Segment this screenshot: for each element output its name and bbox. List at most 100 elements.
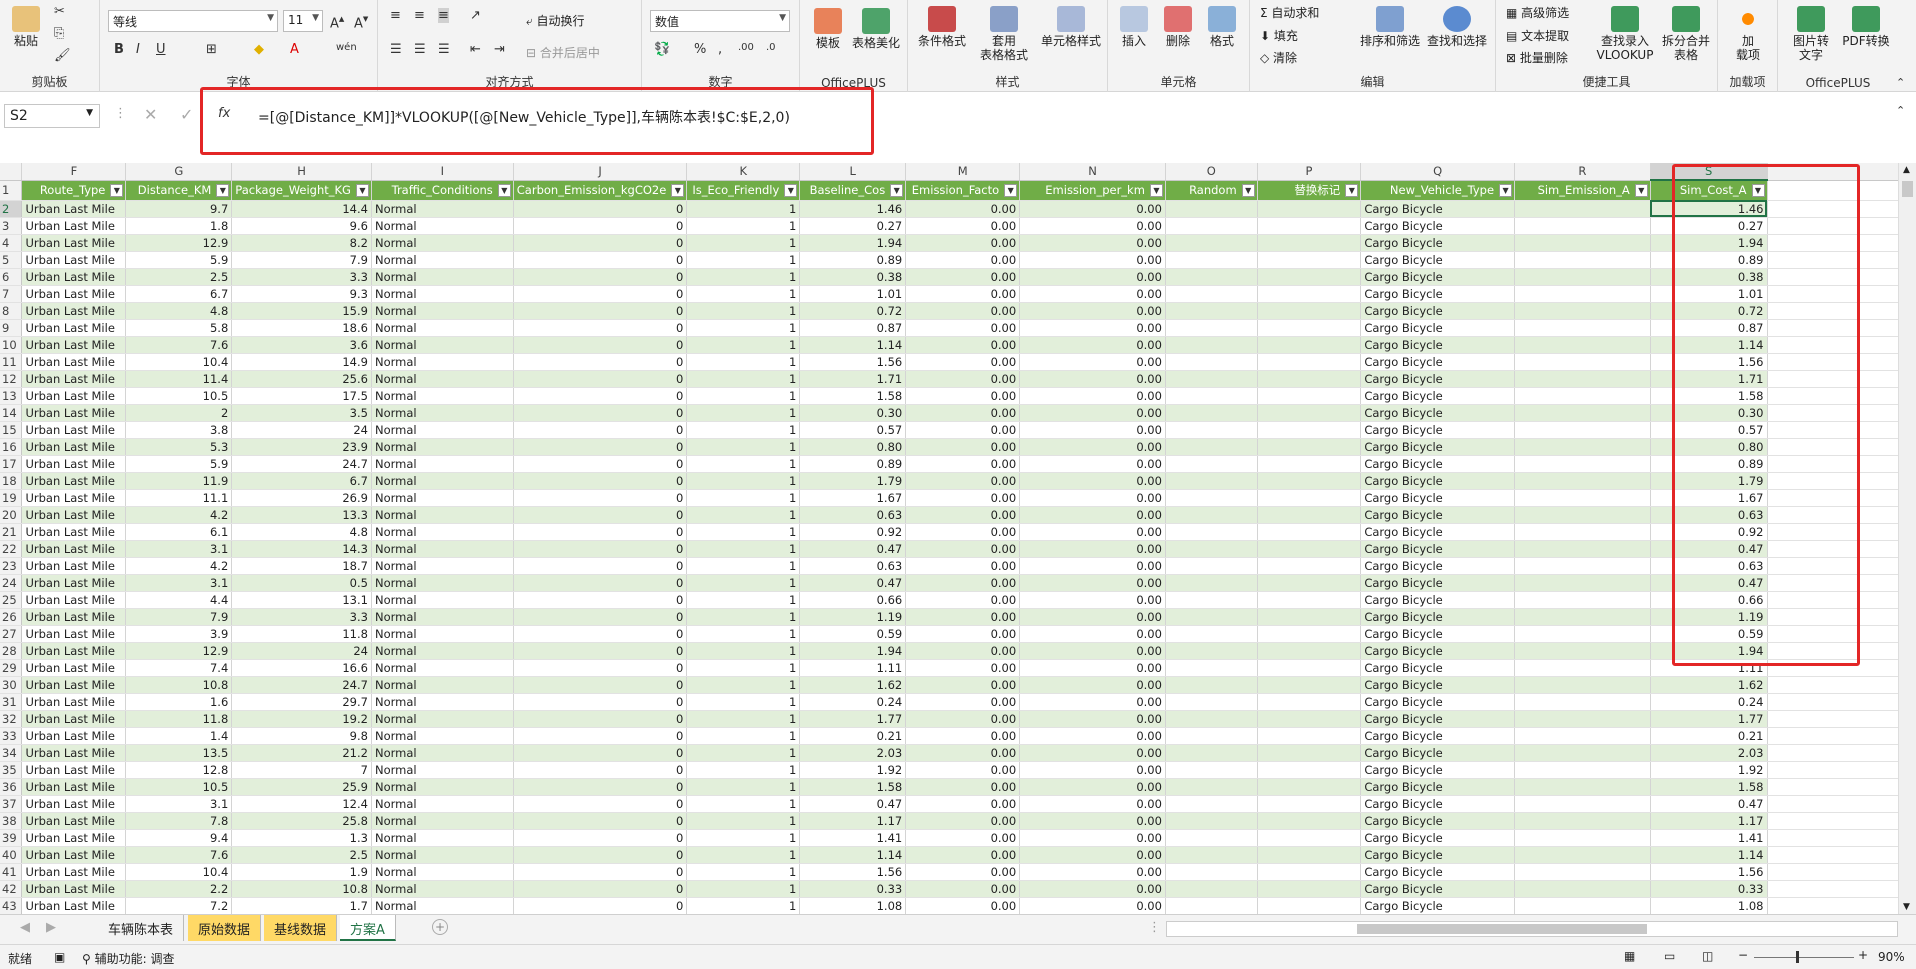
table-cell[interactable]: Normal [371, 302, 514, 320]
table-cell[interactable] [1514, 336, 1651, 354]
table-header-cell[interactable]: Baseline_Cos ▼ [799, 180, 907, 201]
table-cell[interactable]: 3.3 [231, 268, 372, 286]
table-header-cell[interactable]: Package_Weight_KG ▼ [231, 180, 372, 201]
prev-sheet-icon[interactable]: ◀ [20, 920, 30, 935]
table-cell[interactable]: 0.00 [905, 761, 1021, 779]
table-cell[interactable] [1257, 829, 1362, 847]
table-cell[interactable]: 26.9 [231, 489, 372, 507]
table-cell[interactable]: 0.57 [799, 421, 907, 439]
table-cell[interactable]: 1.08 [1650, 897, 1768, 914]
table-cell[interactable]: 0.00 [905, 302, 1021, 320]
table-cell[interactable] [1257, 336, 1362, 354]
table-cell[interactable]: 0.00 [905, 608, 1021, 626]
table-cell[interactable] [1257, 778, 1362, 796]
table-cell[interactable] [1165, 268, 1258, 286]
table-cell[interactable]: 1 [686, 846, 801, 864]
table-cell[interactable]: Normal [371, 727, 514, 745]
table-cell[interactable]: 1 [686, 217, 801, 235]
table-cell[interactable]: 0 [513, 693, 688, 711]
table-cell[interactable] [1257, 659, 1362, 677]
table-cell[interactable] [1514, 370, 1651, 388]
table-cell[interactable]: Cargo Bicycle [1360, 251, 1516, 269]
table-cell[interactable]: 0.00 [1019, 744, 1166, 762]
table-cell[interactable]: 0.00 [905, 659, 1021, 677]
table-cell[interactable]: 14.3 [231, 540, 372, 558]
select-all-corner[interactable] [0, 163, 23, 181]
table-cell[interactable] [1165, 795, 1258, 813]
table-cell[interactable]: 0 [513, 523, 688, 541]
cancel-icon[interactable]: ✕ [144, 105, 157, 124]
row-header[interactable]: 13 [0, 387, 23, 405]
collapse-ribbon-icon[interactable]: ⌃ [1896, 76, 1905, 89]
table-cell[interactable]: 9.6 [231, 217, 372, 235]
table-cell[interactable]: Cargo Bicycle [1360, 744, 1516, 762]
table-cell[interactable]: 1 [686, 387, 801, 405]
table-cell[interactable] [1165, 387, 1258, 405]
font-size-select[interactable]: 11 ▼ [283, 10, 323, 32]
table-cell[interactable] [1165, 591, 1258, 609]
table-cell[interactable] [1514, 506, 1651, 524]
table-cell[interactable]: 9.8 [231, 727, 372, 745]
table-cell[interactable]: 1 [686, 523, 801, 541]
table-cell[interactable] [1514, 761, 1651, 779]
table-cell[interactable]: 25.8 [231, 812, 372, 830]
table-cell[interactable]: Normal [371, 200, 514, 218]
table-cell[interactable]: 0.21 [1650, 727, 1768, 745]
table-cell[interactable]: 1.77 [799, 710, 907, 728]
table-cell[interactable]: Urban Last Mile [21, 234, 127, 252]
table-cell[interactable]: 0 [513, 846, 688, 864]
table-cell[interactable] [1514, 659, 1651, 677]
table-cell[interactable]: Urban Last Mile [21, 761, 127, 779]
decrease-decimal-icon[interactable]: .0 [766, 42, 776, 53]
filter-dropdown-icon[interactable]: ▼ [1345, 183, 1359, 197]
currency-icon[interactable]: 💱 [654, 42, 670, 57]
table-cell[interactable] [1257, 302, 1362, 320]
find-select-button[interactable]: 查找和选择 [1424, 6, 1490, 48]
table-cell[interactable]: 1 [686, 812, 801, 830]
table-cell[interactable]: 0 [513, 489, 688, 507]
table-cell[interactable]: 0.00 [1019, 761, 1166, 779]
table-cell[interactable]: 0.00 [905, 251, 1021, 269]
table-cell[interactable]: 0 [513, 319, 688, 337]
table-cell[interactable]: Normal [371, 217, 514, 235]
table-cell[interactable]: 0.00 [1019, 676, 1166, 694]
table-cell[interactable]: Urban Last Mile [21, 217, 127, 235]
table-cell[interactable] [1165, 625, 1258, 643]
table-cell[interactable]: 4.8 [231, 523, 372, 541]
table-cell[interactable]: Urban Last Mile [21, 251, 127, 269]
table-cell[interactable]: Cargo Bicycle [1360, 302, 1516, 320]
table-cell[interactable]: 0.47 [1650, 795, 1768, 813]
table-cell[interactable]: 0.00 [905, 404, 1021, 422]
table-cell[interactable]: 1.62 [1650, 676, 1768, 694]
row-header[interactable]: 6 [0, 268, 23, 286]
table-cell[interactable]: Normal [371, 744, 514, 762]
table-cell[interactable]: 1.8 [125, 217, 233, 235]
table-cell[interactable]: 3.9 [125, 625, 233, 643]
enter-icon[interactable]: ✓ [180, 105, 193, 124]
table-header-cell[interactable]: Emission_per_km ▼ [1019, 180, 1166, 201]
row-header[interactable]: 24 [0, 574, 23, 592]
scroll-thumb[interactable] [1357, 924, 1647, 934]
row-header[interactable]: 26 [0, 608, 23, 626]
table-cell[interactable]: 0.00 [905, 234, 1021, 252]
table-cell[interactable]: Urban Last Mile [21, 557, 127, 575]
table-cell[interactable]: 7.8 [125, 812, 233, 830]
table-cell[interactable]: 0.80 [799, 438, 907, 456]
table-cell[interactable]: 7.9 [125, 608, 233, 626]
zoom-slider-thumb[interactable] [1796, 951, 1799, 963]
table-cell[interactable]: 1 [686, 489, 801, 507]
column-header-i[interactable]: I [371, 163, 514, 181]
table-cell[interactable]: Cargo Bicycle [1360, 421, 1516, 439]
table-cell[interactable] [1165, 642, 1258, 660]
table-cell[interactable] [1514, 353, 1651, 371]
table-cell[interactable]: 1.94 [799, 234, 907, 252]
tab-raw-data[interactable]: 原始数据 [188, 915, 262, 941]
table-cell[interactable]: 0 [513, 217, 688, 235]
table-cell[interactable]: Urban Last Mile [21, 727, 127, 745]
table-cell[interactable]: 0.00 [1019, 846, 1166, 864]
row-header[interactable]: 36 [0, 778, 23, 796]
row-header[interactable]: 39 [0, 829, 23, 847]
table-cell[interactable]: 1 [686, 727, 801, 745]
table-cell[interactable] [1514, 217, 1651, 235]
table-cell[interactable]: 0.24 [1650, 693, 1768, 711]
